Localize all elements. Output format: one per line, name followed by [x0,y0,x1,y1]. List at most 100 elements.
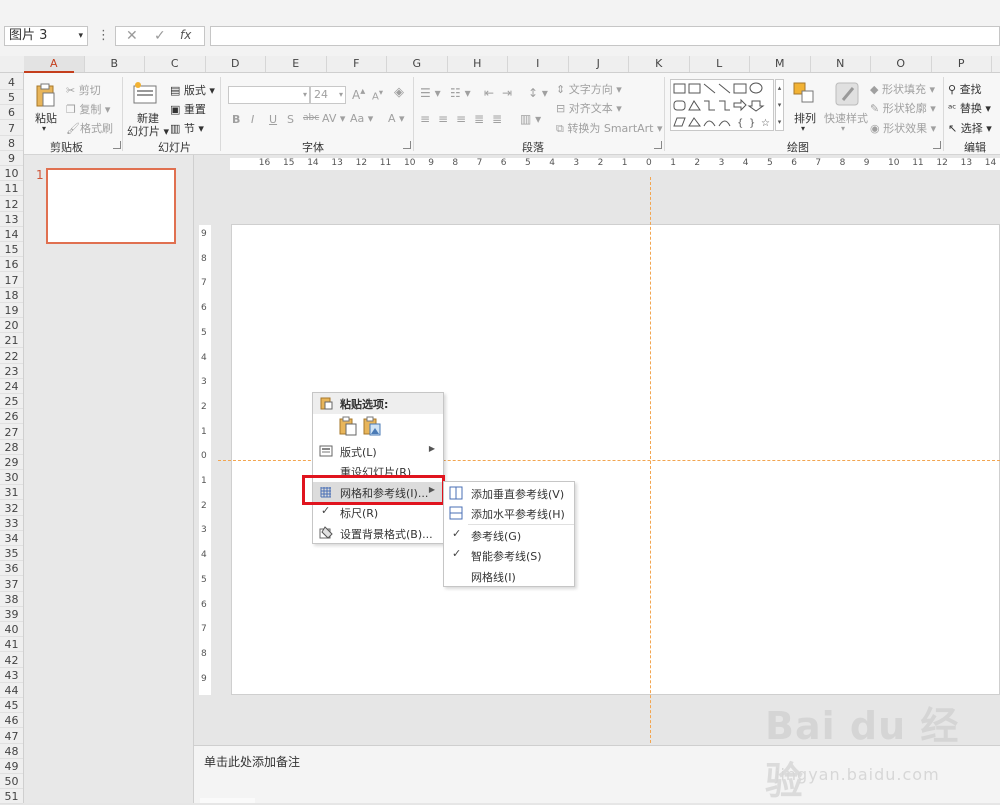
row-header-22[interactable]: 22 [0,349,23,364]
align-text-button[interactable]: ⊟ 对齐文本 ▾ [556,100,622,116]
font-name-dropdown[interactable]: ▾ [228,86,310,104]
menu-item-format-background[interactable]: 设置背景格式(B)... [313,523,443,543]
chevron-down-icon[interactable]: ▾ [78,27,83,45]
row-header-38[interactable]: 38 [0,592,23,607]
layout-button[interactable]: ▤ 版式 ▾ [170,82,215,98]
column-header-b[interactable]: B [85,56,145,72]
column-header-d[interactable]: D [206,56,266,72]
shape-effects-button[interactable]: ◉ 形状效果 ▾ [870,120,936,136]
new-slide-label-2[interactable]: 幻灯片 ▾ [127,123,169,139]
replace-button[interactable]: ᵃᶜ 替换 ▾ [948,100,991,116]
column-header-n[interactable]: N [811,56,871,72]
column-header-k[interactable]: K [629,56,690,72]
menu-item-smart-guides[interactable]: ✓ 智能参考线(S) [444,545,574,565]
cancel-icon[interactable]: ✕ [126,28,138,44]
column-header-p[interactable]: P [932,56,992,72]
name-box[interactable]: 图片 3 ▾ [4,26,88,46]
shape-fill-button[interactable]: ◆ 形状填充 ▾ [870,81,935,97]
row-header-15[interactable]: 15 [0,242,23,258]
cut-button[interactable]: ✂ 剪切 [66,82,101,98]
column-header-f[interactable]: F [327,56,387,72]
reset-button[interactable]: ▣ 重置 [170,101,206,117]
row-header-40[interactable]: 40 [0,622,23,638]
row-header-29[interactable]: 29 [0,455,23,470]
vertical-ruler[interactable]: 9 8 7 6 5 4 3 2 1 0 1 2 3 4 5 6 7 8 9 [199,225,211,695]
column-header-i[interactable]: I [508,56,569,72]
menu-item-ruler[interactable]: ✓ 标尺(R) [313,502,443,522]
column-header-m[interactable]: M [750,56,811,72]
paste-keep-format-button[interactable] [339,416,357,439]
column-header-a[interactable]: A [24,56,85,72]
row-header-44[interactable]: 44 [0,683,23,698]
menu-item-layout[interactable]: 版式(L) ▶ [313,441,443,461]
row-header-20[interactable]: 20 [0,318,23,334]
row-header-16[interactable]: 16 [0,257,23,273]
column-header-l[interactable]: L [690,56,750,72]
row-header-4[interactable]: 4 [0,75,23,90]
copy-button[interactable]: ❐ 复制 ▾ [66,101,110,117]
row-header-8[interactable]: 8 [0,136,23,151]
new-slide-button[interactable] [132,81,158,105]
quick-styles-dropdown-icon[interactable]: ▾ [841,124,845,133]
section-button[interactable]: ▥ 节 ▾ [170,120,204,136]
find-button[interactable]: ⚲ 查找 [948,81,982,97]
drawing-launcher-icon[interactable] [933,141,941,149]
row-header-33[interactable]: 33 [0,516,23,531]
shapes-gallery[interactable]: {} ☆ [670,79,774,131]
row-header-12[interactable]: 12 [0,197,23,212]
row-header-9[interactable]: 9 [0,151,23,166]
smartart-button[interactable]: ⧉ 转换为 SmartArt ▾ [556,120,663,136]
align-center-icon[interactable]: ≡ [438,112,448,126]
row-header-27[interactable]: 27 [0,425,23,440]
bold-button[interactable]: B [232,113,240,126]
column-header-c[interactable]: C [145,56,206,72]
row-header-32[interactable]: 32 [0,501,23,516]
paste-picture-button[interactable] [363,416,381,439]
row-header-10[interactable]: 10 [0,166,23,182]
paste-button[interactable] [34,83,56,109]
row-header-37[interactable]: 37 [0,577,23,592]
row-header-48[interactable]: 48 [0,744,23,759]
row-header-50[interactable]: 50 [0,774,23,790]
font-launcher-icon[interactable] [403,141,411,149]
format-painter-button[interactable]: 🖌格式刷 [66,120,113,136]
row-header-51[interactable]: 51 [0,789,23,805]
gallery-scroll[interactable]: ▴ ▾ ▾ [775,79,784,131]
row-header-5[interactable]: 5 [0,90,23,106]
row-header-13[interactable]: 13 [0,212,23,227]
more-dots-icon[interactable]: ⋮ [97,28,110,43]
row-header-31[interactable]: 31 [0,485,23,501]
function-icon[interactable]: fx [180,28,191,42]
decrease-indent-icon[interactable]: ⇤ [484,86,494,100]
row-header-6[interactable]: 6 [0,105,23,121]
row-header-23[interactable]: 23 [0,364,23,379]
row-header-21[interactable]: 21 [0,333,23,349]
row-header-41[interactable]: 41 [0,637,23,653]
arrange-button[interactable] [792,81,816,105]
justify-icon[interactable]: ≣ [474,112,484,126]
enter-icon[interactable]: ✓ [154,28,166,44]
align-right-icon[interactable]: ≡ [456,112,466,126]
row-header-26[interactable]: 26 [0,409,23,425]
grow-font-button[interactable]: A▴ [352,86,365,102]
menu-item-add-horizontal-guide[interactable]: 添加水平参考线(H) [444,503,574,523]
row-header-24[interactable]: 24 [0,379,23,394]
row-header-11[interactable]: 11 [0,181,23,197]
font-size-dropdown[interactable]: 24 ▾ [310,86,346,104]
menu-item-gridlines[interactable]: 网格线(I) [444,566,574,586]
columns-icon[interactable]: ▥ ▾ [520,112,541,126]
row-header-46[interactable]: 46 [0,713,23,729]
slide-thumbnail[interactable] [46,168,176,244]
menu-item-add-vertical-guide[interactable]: 添加垂直参考线(V) [444,483,574,503]
underline-button[interactable]: U [269,113,277,126]
align-left-icon[interactable]: ≡ [420,112,430,126]
row-header-35[interactable]: 35 [0,546,23,562]
clipboard-launcher-icon[interactable] [113,141,121,149]
quick-styles-label[interactable]: 快速样式 [824,110,868,126]
column-header-g[interactable]: G [387,56,448,72]
paragraph-launcher-icon[interactable] [654,141,662,149]
shrink-font-button[interactable]: A▾ [372,87,383,102]
change-case-button[interactable]: Aa ▾ [350,112,373,125]
column-header-e[interactable]: E [266,56,327,72]
row-header-47[interactable]: 47 [0,729,23,744]
